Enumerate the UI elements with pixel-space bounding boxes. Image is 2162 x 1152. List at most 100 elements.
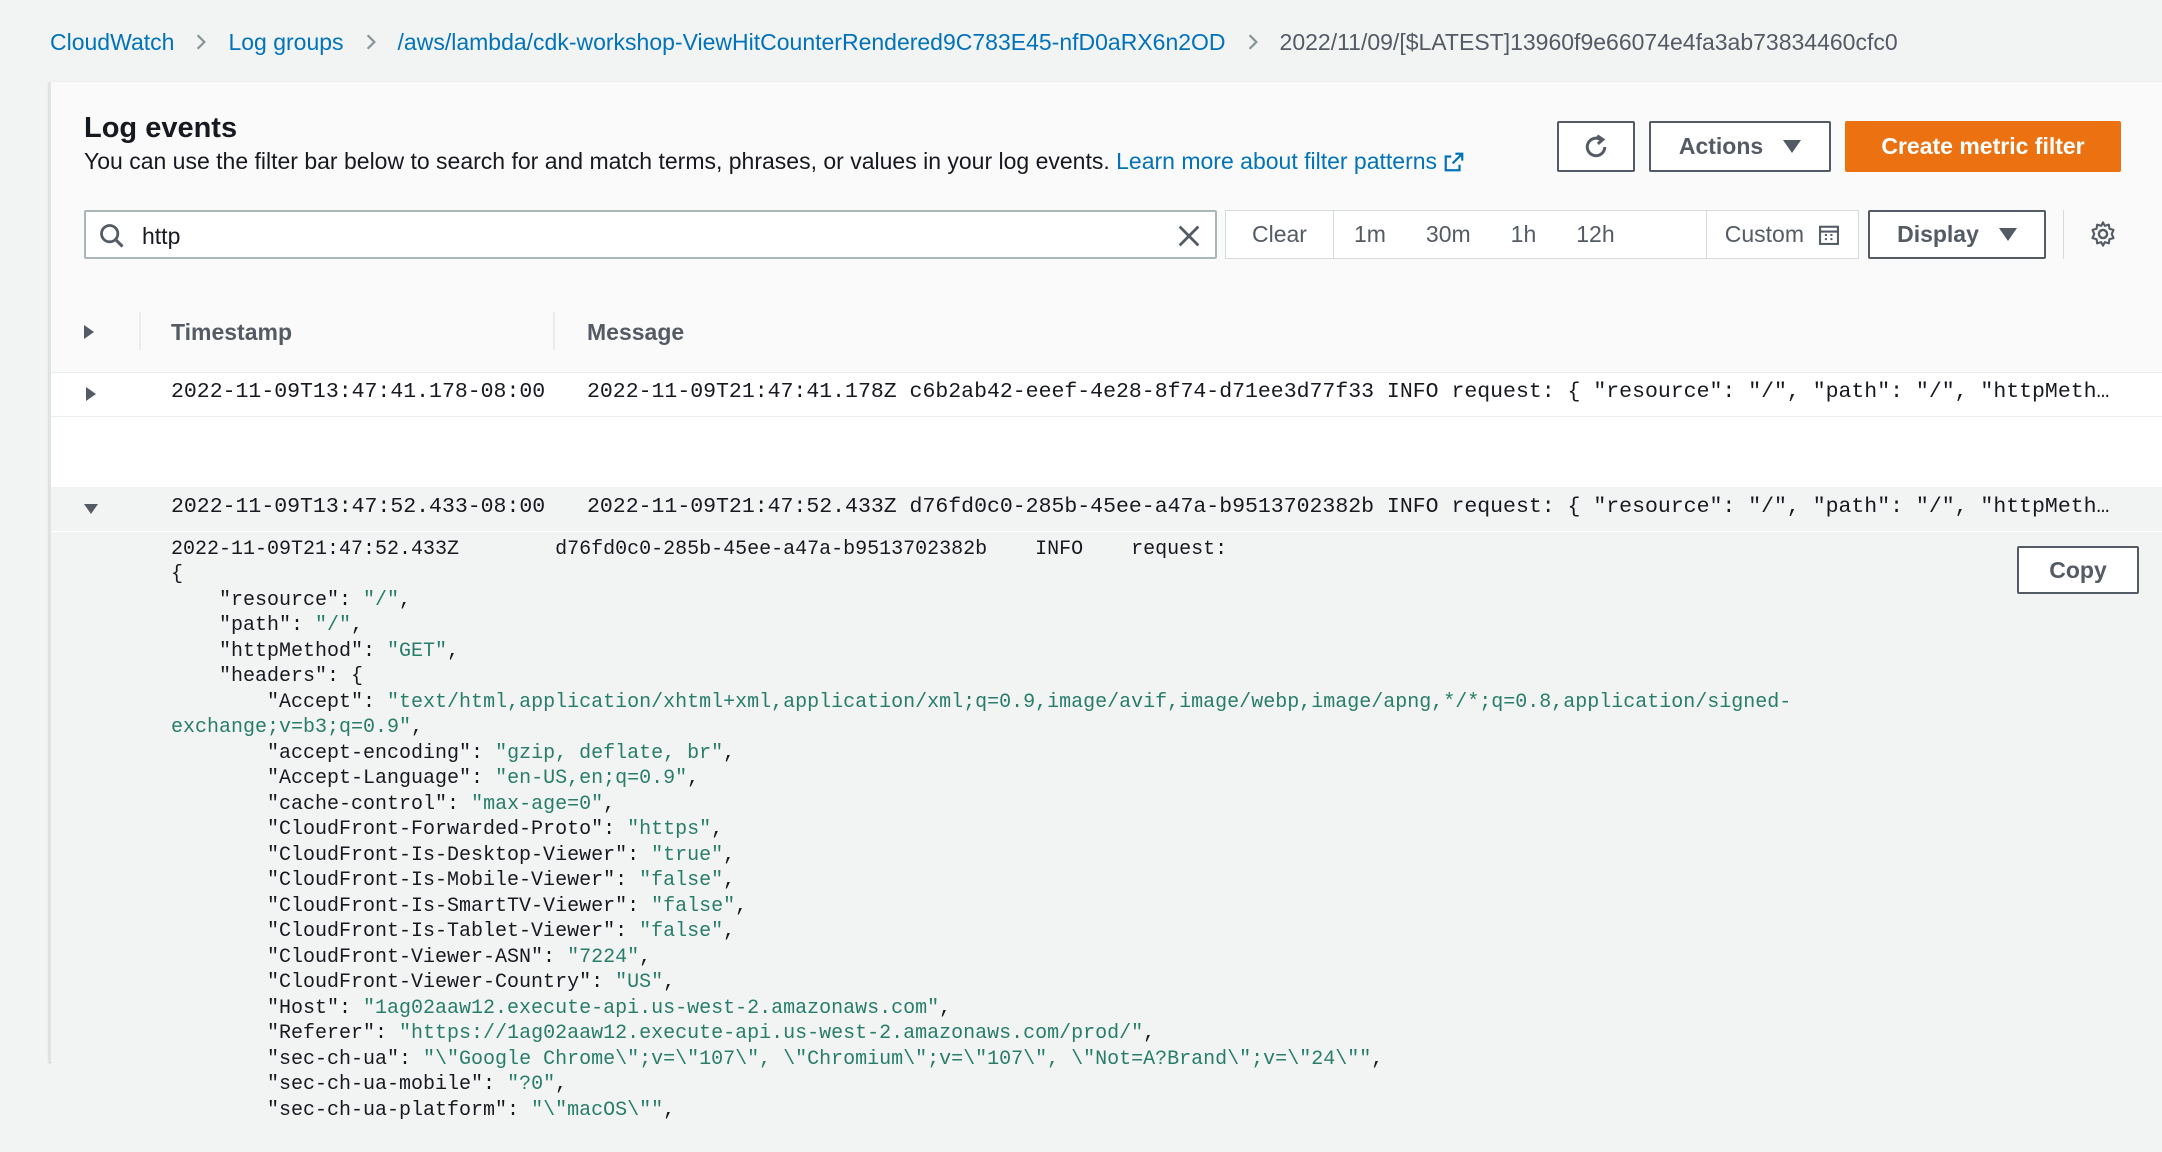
detail-json: { "resource": "/", "path": "/", "httpMet… [171, 562, 1871, 1123]
json-punct: , [603, 792, 616, 816]
chevron-right-icon [186, 27, 216, 57]
json-punct: , [639, 945, 652, 969]
json-value: "GET" [387, 639, 448, 663]
detail-header-line: 2022-11-09T21:47:52.433Z d76fd0c0-285b-4… [171, 538, 1228, 561]
display-button[interactable]: Display [1868, 210, 2046, 259]
json-punct: , [555, 1073, 568, 1096]
json-punct: , [663, 1098, 676, 1122]
json-value: "?0" [507, 1073, 556, 1096]
json-line: "Referer": "https://1ag02aaw12.execute-a… [171, 1021, 1871, 1047]
row-message: 2022-11-09T21:47:41.178Z c6b2ab42-eeef-4… [587, 380, 2117, 404]
json-value: "gzip, deflate, br" [495, 741, 724, 765]
json-value: "https://1ag02aaw12.execute-api.us-west-… [399, 1022, 1144, 1045]
search-icon [100, 224, 124, 248]
range-1h[interactable]: 1h [1491, 211, 1557, 258]
json-line: "CloudFront-Is-Desktop-Viewer": "true", [171, 843, 1871, 869]
json-line: "Host": "1ag02aaw12.execute-api.us-west-… [171, 996, 1871, 1022]
table-row[interactable]: 2022-11-09T13:47:52.433-08:00 2022-11-09… [51, 487, 2162, 531]
json-line: "CloudFront-Forwarded-Proto": "https", [171, 817, 1871, 843]
copy-button[interactable]: Copy [2017, 546, 2139, 594]
json-key: "CloudFront-Viewer-Country": [171, 971, 616, 994]
column-divider [553, 312, 555, 350]
log-events-panel: Log events You can use the filter bar be… [49, 82, 2162, 1152]
json-key: "CloudFront-Is-Desktop-Viewer": [171, 843, 652, 867]
json-punct: , [723, 843, 736, 867]
range-custom[interactable]: Custom [1705, 211, 1858, 258]
breadcrumb-current-stream: 2022/11/09/[$LATEST]13960f9e66074e4fa3ab… [1279, 28, 1898, 55]
json-key: "Referer": [171, 1022, 400, 1045]
collapse-icon[interactable] [81, 499, 101, 519]
json-line: "CloudFront-Is-Mobile-Viewer": "false", [171, 868, 1871, 894]
json-key: "CloudFront-Forwarded-Proto": [171, 818, 628, 841]
json-line: "sec-ch-ua-platform": "\"macOS\"", [171, 1098, 1871, 1124]
json-value: "text/html,application/xhtml+xml,applica… [387, 690, 1792, 714]
json-value: "https" [627, 818, 712, 841]
filter-input[interactable] [140, 218, 1144, 254]
range-30m[interactable]: 30m [1406, 211, 1491, 258]
json-value: "/" [363, 588, 400, 612]
gear-icon[interactable] [2089, 220, 2117, 248]
json-value: "true" [651, 843, 724, 867]
json-punct: , [723, 741, 736, 765]
panel-header: Log events You can use the filter bar be… [51, 82, 2162, 293]
json-line: "resource": "/", [171, 588, 1871, 614]
expand-icon [84, 325, 94, 339]
json-value: "false" [651, 894, 736, 918]
json-key: "sec-ch-ua": [171, 1047, 424, 1071]
json-key: "CloudFront-Viewer-ASN": [171, 945, 568, 969]
json-line: "accept-encoding": "gzip, deflate, br", [171, 741, 1871, 767]
chevron-right-icon [1238, 27, 1268, 57]
json-key: "Accept": [171, 690, 388, 714]
json-line: "Accept-Language": "en-US,en;q=0.9", [171, 766, 1871, 792]
external-link-icon [1444, 152, 1464, 172]
json-key: "sec-ch-ua-platform": [171, 1098, 532, 1122]
refresh-button[interactable] [1557, 121, 1635, 172]
column-header-message[interactable]: Message [587, 292, 684, 372]
json-punct: , [399, 588, 412, 612]
json-line: "CloudFront-Viewer-Country": "US", [171, 970, 1871, 996]
chevron-right-icon [356, 27, 386, 57]
page-description: You can use the filter bar below to sear… [84, 148, 1465, 175]
row-timestamp: 2022-11-09T13:47:52.433-08:00 [171, 495, 546, 519]
filter-search-box [84, 210, 1217, 259]
actions-button[interactable]: Actions [1649, 121, 1831, 172]
breadcrumb-log-group[interactable]: /aws/lambda/cdk-workshop-ViewHitCounterR… [398, 29, 1226, 56]
row-timestamp: 2022-11-09T13:47:41.178-08:00 [171, 380, 546, 404]
json-key: "accept-encoding": [171, 741, 496, 765]
json-value: "false" [639, 920, 724, 943]
row-message: 2022-11-09T21:47:52.433Z d76fd0c0-285b-4… [587, 495, 2117, 519]
breadcrumb-cloudwatch[interactable]: CloudWatch [50, 29, 174, 56]
json-key: "resource": [171, 588, 364, 612]
json-line: { [171, 562, 1871, 588]
json-punct: , [1143, 1022, 1156, 1045]
expand-icon[interactable] [81, 384, 101, 404]
learn-more-label[interactable]: Learn more about filter patterns [1116, 148, 1437, 174]
json-punct: , [735, 894, 748, 918]
breadcrumb-log-groups[interactable]: Log groups [228, 29, 343, 56]
json-line: exchange;v=b3;q=0.9", [171, 715, 1871, 741]
expand-all-toggle[interactable] [81, 292, 111, 372]
table-row[interactable]: 2022-11-09T13:47:41.178-08:00 2022-11-09… [51, 372, 2162, 417]
json-punct: , [723, 869, 736, 892]
json-punct: , [663, 971, 676, 994]
range-1m[interactable]: 1m [1334, 211, 1406, 258]
json-punct: , [711, 818, 724, 841]
table-header: Timestamp Message [51, 292, 2162, 373]
close-icon[interactable] [1175, 222, 1203, 250]
time-range-selector: Clear 1m 30m 1h 12h Custom [1225, 210, 1859, 259]
page-title: Log events [84, 112, 238, 144]
json-value: "/" [315, 614, 352, 637]
range-clear[interactable]: Clear [1226, 211, 1334, 258]
column-header-timestamp[interactable]: Timestamp [171, 292, 292, 372]
breadcrumb: CloudWatch Log groups /aws/lambda/cdk-wo… [50, 22, 1898, 62]
json-key: "httpMethod": [171, 639, 388, 663]
range-12h[interactable]: 12h [1556, 211, 1634, 258]
learn-more-link[interactable]: Learn more about filter patterns [1116, 148, 1465, 174]
calendar-icon [1819, 225, 1839, 245]
json-value: "false" [639, 869, 724, 892]
expanded-log-detail: 2022-11-09T21:47:52.433Z d76fd0c0-285b-4… [51, 532, 2162, 1152]
create-metric-filter-button[interactable]: Create metric filter [1845, 121, 2121, 172]
json-value: "7224" [567, 945, 640, 969]
json-line: "CloudFront-Is-Tablet-Viewer": "false", [171, 919, 1871, 945]
json-key: "path": [171, 614, 316, 637]
